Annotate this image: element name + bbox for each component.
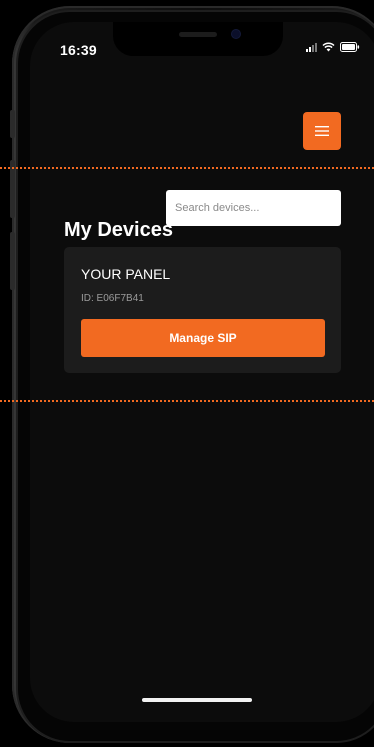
page: 16:39 My Devices Search devices... YOUR … (0, 0, 374, 747)
notch (113, 22, 283, 56)
speaker-grille (179, 32, 217, 37)
dotted-divider-bottom (0, 400, 374, 402)
dotted-divider-top (0, 167, 374, 169)
menu-button[interactable] (303, 112, 341, 150)
front-camera (232, 30, 240, 38)
volume-down-button (10, 232, 15, 290)
home-indicator (142, 698, 252, 702)
wifi-icon (322, 42, 335, 52)
device-name: YOUR PANEL (81, 266, 171, 282)
battery-icon (340, 42, 360, 52)
screen: 16:39 My Devices Search devices... YOUR … (30, 22, 374, 722)
device-id: ID: E06F7B41 (81, 293, 144, 304)
page-title: My Devices (64, 219, 173, 241)
status-icons (306, 42, 360, 52)
signal-icon (306, 42, 317, 52)
search-input[interactable] (166, 190, 341, 226)
device-card: YOUR PANEL ID: E06F7B41 Manage SIP (64, 247, 341, 373)
mute-switch (10, 110, 15, 138)
hamburger-menu-icon (315, 126, 329, 136)
status-time: 16:39 (60, 42, 97, 58)
manage-sip-button[interactable]: Manage SIP (81, 319, 325, 357)
